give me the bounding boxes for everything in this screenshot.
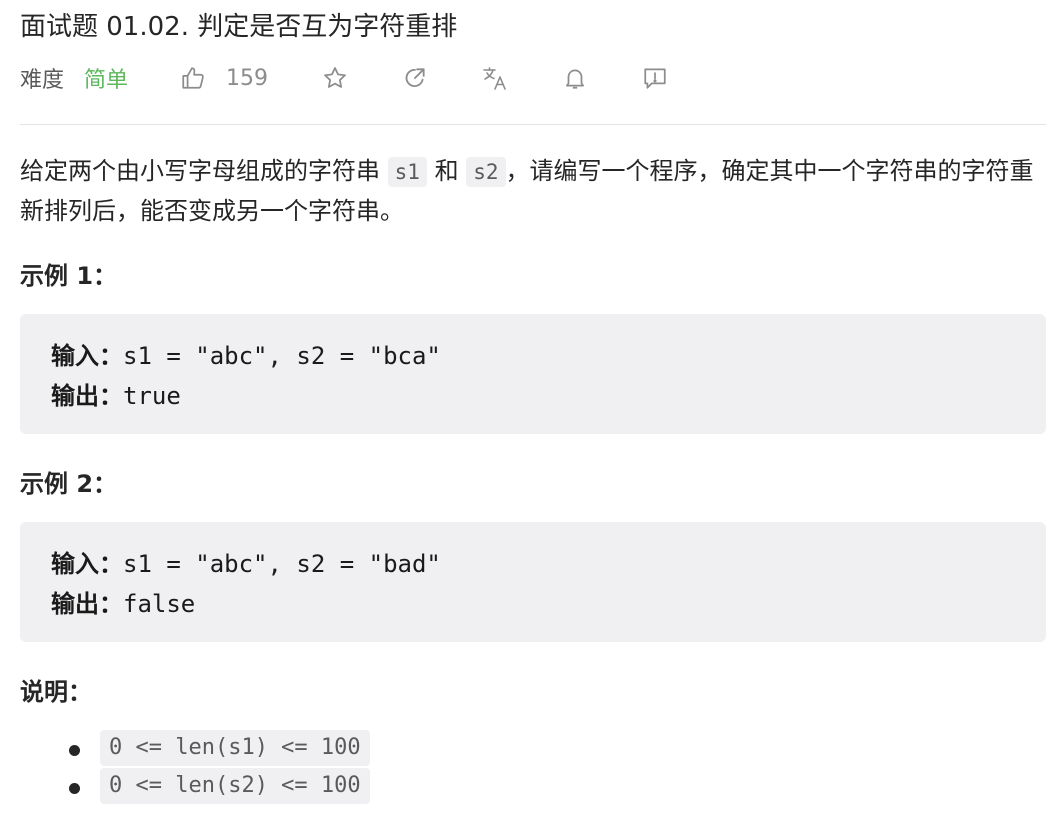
example-1-output-label: 输出： [51, 382, 123, 410]
example-2-input-label: 输入： [51, 550, 123, 578]
example-2-output-line: 输出：false [51, 584, 1046, 624]
notes-list: 0 <= len(s1) <= 100 0 <= len(s2) <= 100 [0, 730, 370, 806]
note-code-2: 0 <= len(s2) <= 100 [100, 768, 370, 804]
description-text-1: 给定两个由小写字母组成的字符串 [20, 157, 388, 185]
difficulty-value: 简单 [84, 68, 129, 93]
note-code-1: 0 <= len(s1) <= 100 [100, 730, 370, 766]
notes-heading: 说明： [20, 678, 92, 706]
thumbs-up-icon [180, 65, 206, 91]
example-1-block: 输入：s1 = "abc", s2 = "bca" 输出：true [20, 314, 1046, 434]
example-2-input-value: s1 = "abc", s2 = "bad" [123, 550, 441, 578]
example-1-input-value: s1 = "abc", s2 = "bca" [123, 342, 441, 370]
example-2-input-line: 输入：s1 = "abc", s2 = "bad" [51, 544, 1046, 584]
star-icon[interactable] [322, 65, 348, 91]
example-2-block: 输入：s1 = "abc", s2 = "bad" 输出：false [20, 522, 1046, 642]
problem-description: 给定两个由小写字母组成的字符串 s1 和 s2 ，请编写一个程序，确定其中一个字符… [20, 152, 1050, 231]
like-count: 159 [226, 65, 269, 91]
example-1-heading: 示例 1： [20, 262, 118, 290]
example-1-input-label: 输入： [51, 342, 123, 370]
example-1-input-line: 输入：s1 = "abc", s2 = "bca" [51, 336, 1046, 376]
problem-page: 面试题 01.02. 判定是否互为字符重排 难度 简单 159 给定两个由小写字… [0, 0, 1064, 830]
bell-icon[interactable] [562, 65, 588, 91]
problem-meta-bar: 难度 简单 159 [20, 60, 668, 96]
list-item: 0 <= len(s1) <= 100 [69, 730, 370, 768]
list-item: 0 <= len(s2) <= 100 [69, 768, 370, 806]
like-button[interactable]: 159 [180, 65, 268, 91]
example-1-output-value: true [123, 382, 181, 410]
feedback-icon[interactable] [642, 65, 668, 91]
bullet-dot [69, 783, 80, 794]
header-divider [20, 124, 1046, 125]
description-text-2: 和 [426, 157, 467, 185]
inline-code-s1: s1 [387, 157, 427, 187]
difficulty-label: 难度 [20, 68, 65, 93]
share-icon[interactable] [402, 65, 428, 91]
problem-title: 面试题 01.02. 判定是否互为字符重排 [20, 12, 458, 42]
inline-code-s2: s2 [466, 157, 506, 187]
bullet-dot [69, 745, 80, 756]
example-2-output-label: 输出： [51, 590, 123, 618]
example-2-heading: 示例 2： [20, 470, 118, 498]
translate-icon[interactable] [482, 65, 508, 91]
example-1-output-line: 输出：true [51, 376, 1046, 416]
example-2-output-value: false [123, 590, 196, 618]
